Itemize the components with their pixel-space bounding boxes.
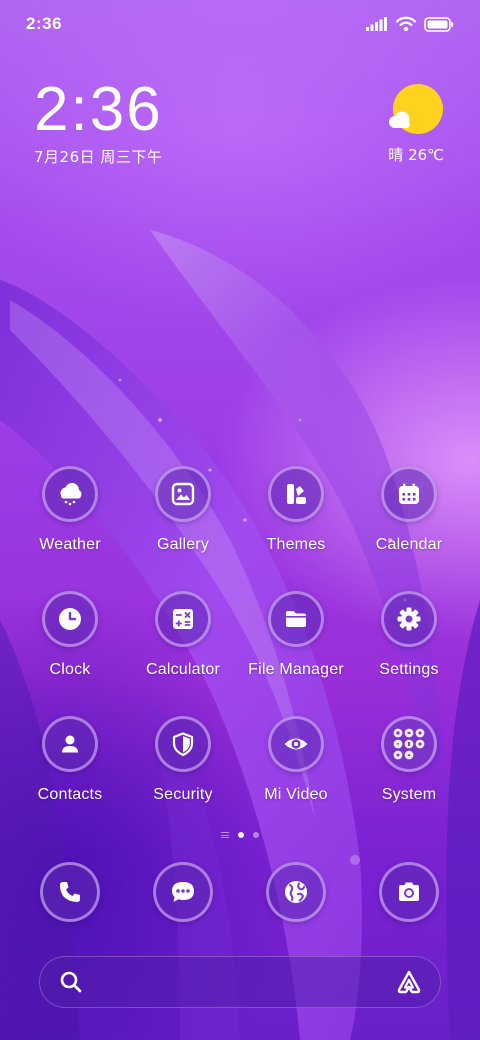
app-row: Clock Calculator File Manager Settings: [0, 587, 480, 712]
dock: [0, 860, 480, 928]
app-gallery[interactable]: Gallery: [127, 462, 239, 554]
clock-widget[interactable]: 2:36 7月26日 周三下午: [34, 78, 163, 167]
search-input[interactable]: [99, 968, 383, 998]
person-icon: [42, 716, 98, 772]
folder-grid-icon: [381, 716, 437, 772]
calculator-icon: [155, 591, 211, 647]
page-dot-active: [238, 832, 244, 838]
app-calendar[interactable]: Calendar: [353, 462, 465, 554]
app-themes[interactable]: Themes: [240, 462, 352, 554]
gallery-icon: [155, 466, 211, 522]
app-label: File Manager: [248, 661, 344, 678]
app-clock[interactable]: Clock: [14, 587, 126, 679]
app-mi-video[interactable]: Mi Video: [240, 712, 352, 804]
app-row: Weather Gallery Themes Calendar: [0, 462, 480, 587]
status-time: 2:36: [26, 14, 63, 33]
app-label: System: [381, 786, 437, 803]
dock-camera[interactable]: [379, 862, 439, 922]
weather-cloud-icon: [42, 466, 98, 522]
app-label: Clock: [49, 661, 91, 678]
shield-icon: [155, 716, 211, 772]
folder-icon: [268, 591, 324, 647]
page-dot: [253, 832, 259, 838]
status-bar: 2:36: [0, 0, 480, 50]
app-grid: Weather Gallery Themes Calendar Clock Ca…: [0, 462, 480, 837]
app-settings[interactable]: Settings: [353, 587, 465, 679]
app-contacts[interactable]: Contacts: [14, 712, 126, 804]
signal-icon: [366, 17, 387, 31]
app-calculator[interactable]: Calculator: [127, 587, 239, 679]
status-icons: [366, 14, 454, 34]
app-system-folder[interactable]: System: [353, 712, 465, 804]
app-label: Mi Video: [264, 786, 328, 803]
clock-icon: [42, 591, 98, 647]
app-weather[interactable]: Weather: [14, 462, 126, 554]
app-label: Settings: [379, 661, 439, 678]
gear-icon: [381, 591, 437, 647]
app-row: Contacts Security Mi Video System: [0, 712, 480, 837]
widget-time: 2:36: [34, 75, 163, 144]
dock-phone[interactable]: [40, 862, 100, 922]
app-label: Calendar: [375, 536, 443, 553]
page-indicator-lines: [221, 832, 229, 838]
search-bar[interactable]: [39, 956, 441, 1008]
page-indicator[interactable]: [0, 828, 480, 842]
themes-icon: [268, 466, 324, 522]
dock-messages[interactable]: [153, 862, 213, 922]
app-label: Themes: [266, 536, 326, 553]
battery-icon: [424, 16, 454, 32]
eye-icon: [268, 716, 324, 772]
messages-icon: [172, 882, 194, 902]
wifi-icon: [396, 16, 416, 32]
sunny-cloud-icon: [389, 84, 443, 134]
dock-browser[interactable]: [266, 862, 326, 922]
assistant-icon[interactable]: [395, 968, 423, 996]
camera-icon: [399, 882, 419, 901]
app-file-manager[interactable]: File Manager: [240, 587, 352, 679]
app-label: Calculator: [145, 661, 221, 678]
search-icon[interactable]: [59, 970, 83, 994]
app-label: Gallery: [156, 536, 210, 553]
app-label: Security: [153, 786, 213, 803]
weather-text: 晴 26℃: [388, 146, 444, 164]
app-label: Contacts: [37, 786, 103, 803]
app-security[interactable]: Security: [127, 712, 239, 804]
phone-icon: [60, 882, 80, 902]
app-label: Weather: [39, 536, 101, 553]
browser-globe-icon: [285, 881, 307, 903]
calendar-icon: [381, 466, 437, 522]
widget-date: 7月26日 周三下午: [34, 148, 163, 166]
